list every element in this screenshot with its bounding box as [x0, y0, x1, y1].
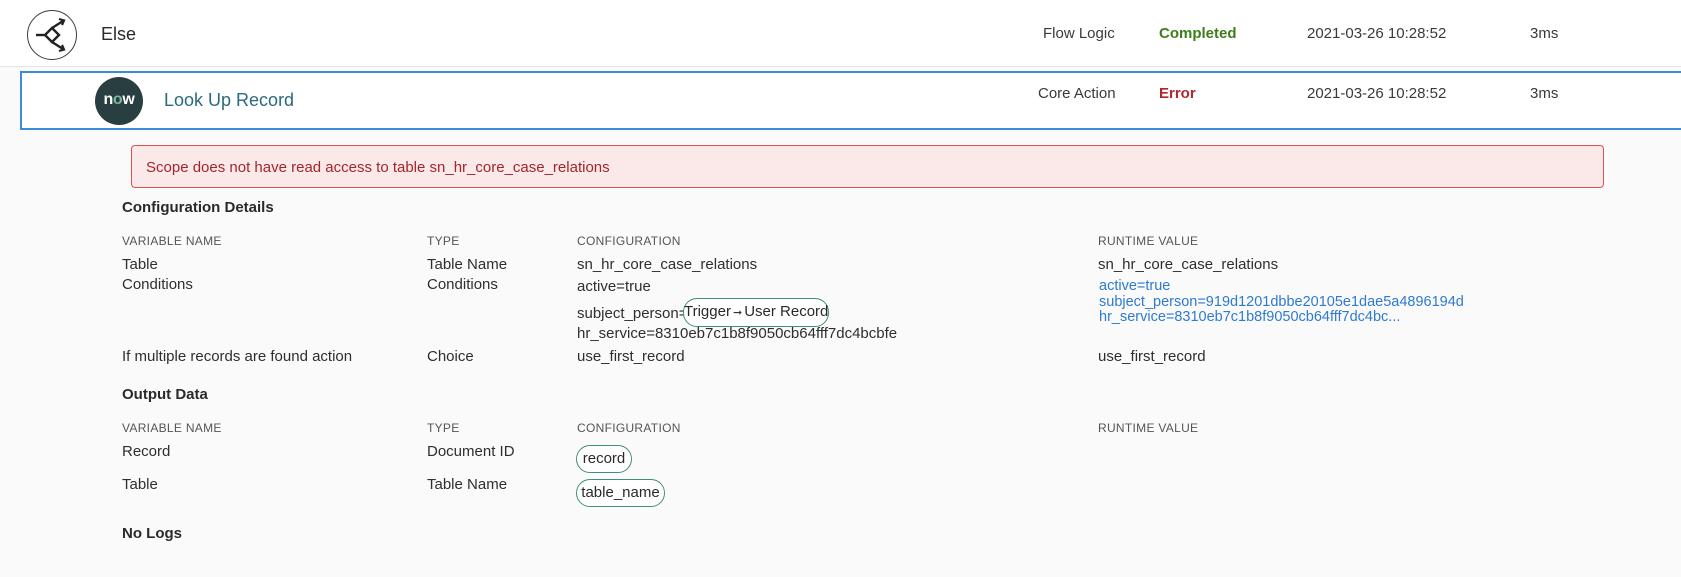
- section-title-logs: No Logs: [122, 525, 182, 542]
- section-title-output: Output Data: [122, 386, 208, 403]
- runtime-value: use_first_record: [1098, 348, 1206, 365]
- output-variable: Table: [122, 476, 158, 493]
- config-variable: Table: [122, 256, 158, 273]
- config-variable: Conditions: [122, 276, 193, 293]
- runtime-value: sn_hr_core_case_relations: [1098, 256, 1279, 273]
- step-title[interactable]: Look Up Record: [164, 90, 294, 111]
- step-duration: 3ms: [1530, 25, 1559, 42]
- step-duration: 3ms: [1530, 85, 1559, 102]
- step-timestamp: 2021-03-26 10:28:52: [1307, 25, 1447, 42]
- col-header-variable: VARIABLE NAME: [122, 421, 222, 435]
- runtime-link-line[interactable]: subject_person=919d1201dbbe20105e1dae5a4…: [1099, 294, 1464, 310]
- data-pill-record[interactable]: record: [576, 445, 632, 473]
- config-value: use_first_record: [577, 348, 685, 365]
- runtime-link-line[interactable]: active=true: [1099, 278, 1170, 294]
- config-value-line: hr_service=8310eb7c1b8f9050cb64fff7dc4bc…: [577, 325, 898, 342]
- now-logo-icon: now: [95, 77, 143, 125]
- step-timestamp: 2021-03-26 10:28:52: [1307, 85, 1447, 102]
- config-value: sn_hr_core_case_relations: [577, 256, 758, 273]
- step-type: Core Action: [1038, 85, 1116, 102]
- col-header-runtime: RUNTIME VALUE: [1098, 234, 1199, 248]
- col-header-configuration: CONFIGURATION: [577, 421, 681, 435]
- runtime-link-line[interactable]: hr_service=8310eb7c1b8f9050cb64fff7dc4bc…: [1099, 309, 1400, 325]
- step-type: Flow Logic: [1043, 25, 1115, 42]
- error-banner: Scope does not have read access to table…: [131, 145, 1604, 188]
- arrow-right-icon: ➞: [732, 307, 743, 319]
- col-header-configuration: CONFIGURATION: [577, 234, 681, 248]
- col-header-runtime: RUNTIME VALUE: [1098, 421, 1199, 435]
- config-variable: If multiple records are found action: [122, 348, 353, 365]
- col-header-type: TYPE: [427, 421, 460, 435]
- config-type: Choice: [427, 348, 474, 365]
- col-header-variable: VARIABLE NAME: [122, 234, 222, 248]
- section-title-configuration: Configuration Details: [122, 199, 274, 216]
- status-completed: Completed: [1159, 25, 1237, 42]
- output-type: Document ID: [427, 443, 515, 460]
- step-title: Else: [101, 24, 137, 44]
- config-value-line: subject_person=: [577, 305, 688, 322]
- config-type: Conditions: [427, 276, 498, 293]
- config-value-line: active=true: [577, 278, 651, 295]
- output-type: Table Name: [427, 476, 508, 493]
- output-variable: Record: [122, 443, 171, 460]
- col-header-type: TYPE: [427, 234, 460, 248]
- branch-icon: [27, 10, 77, 60]
- config-type: Table Name: [427, 256, 508, 273]
- data-pill-table-name[interactable]: table_name: [576, 479, 665, 507]
- status-error: Error: [1159, 85, 1196, 102]
- data-pill-trigger-user-record[interactable]: Trigger ➞ User Record: [683, 298, 829, 327]
- error-message: Scope does not have read access to table…: [146, 159, 610, 176]
